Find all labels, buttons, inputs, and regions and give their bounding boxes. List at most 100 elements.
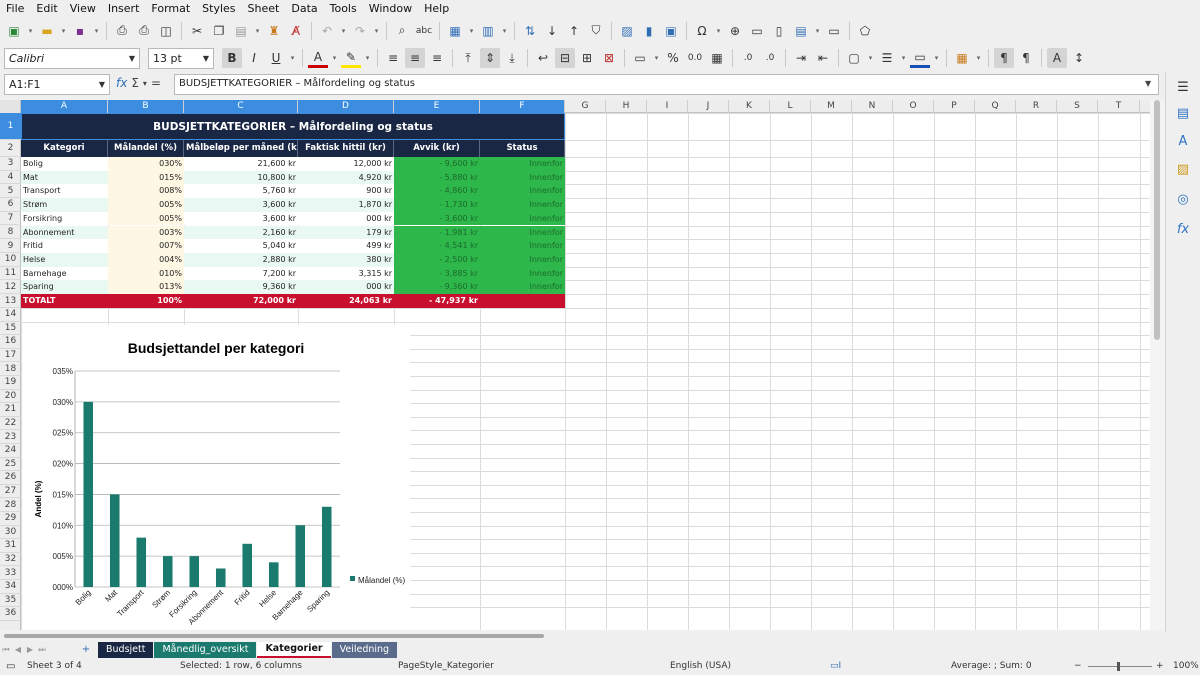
table-total-cell[interactable]: 100% (108, 294, 184, 308)
table-cell[interactable]: 499 kr (298, 239, 394, 253)
row-header-5[interactable]: 5 (0, 184, 21, 199)
table-cell[interactable]: Innenfor (480, 170, 565, 185)
column-header-o[interactable]: O (893, 100, 934, 113)
zoom-slider[interactable] (1088, 666, 1152, 667)
bar-barnehage[interactable] (295, 525, 306, 587)
table-cell[interactable]: 1,870 kr (298, 198, 394, 212)
sum-icon[interactable]: Σ (131, 76, 139, 90)
row-header-15[interactable]: 15 (0, 322, 21, 336)
row-header-32[interactable]: 32 (0, 553, 21, 567)
row-header-25[interactable]: 25 (0, 458, 21, 472)
sheet-tab-kategorier[interactable]: Kategorier (257, 641, 331, 658)
next-sheet-icon[interactable]: ▶ (24, 640, 36, 660)
pivot-table-icon[interactable]: ▣ (661, 21, 681, 41)
row-header-11[interactable]: 11 (0, 267, 21, 281)
row-header-21[interactable]: 21 (0, 403, 21, 417)
spreadsheet-grid[interactable]: ABCDEFGHIJKLMNOPQRST 1 2 3 4 5 6 7 8 9 10 11 12 13 14… (0, 100, 1150, 630)
special-character-icon[interactable]: Ω (692, 21, 712, 41)
table-total-cell[interactable]: TOTALT (21, 294, 108, 308)
table-cell[interactable]: 3,315 kr (298, 266, 394, 281)
styles-icon[interactable]: A (1174, 134, 1192, 152)
row-header-19[interactable]: 19 (0, 376, 21, 390)
table-cell[interactable]: - 1,981 kr (394, 225, 480, 240)
undo-dropdown-icon[interactable]: ▾ (339, 21, 348, 41)
table-cell[interactable]: 4,920 kr (298, 170, 394, 185)
prev-sheet-icon[interactable]: ◀ (12, 640, 24, 660)
italic-button[interactable]: I (244, 48, 264, 68)
row-header-27[interactable]: 27 (0, 485, 21, 499)
row-header-28[interactable]: 28 (0, 498, 21, 512)
table-cell[interactable]: 12,000 kr (298, 157, 394, 171)
table-cell[interactable]: 000 kr (298, 280, 394, 294)
table-cell[interactable]: 21,600 kr (184, 157, 298, 171)
define-print-area-icon[interactable]: ▤ (791, 21, 811, 41)
table-cell[interactable]: 2,160 kr (184, 225, 298, 240)
table-cell[interactable]: 004% (108, 252, 184, 267)
column-icon[interactable]: ▥ (478, 21, 498, 41)
row-header-22[interactable]: 22 (0, 417, 21, 431)
underline-button[interactable]: U (266, 48, 286, 68)
align-right-icon[interactable]: ≡ (427, 48, 447, 68)
row-header-1[interactable]: 1 (0, 113, 21, 140)
table-header-cell[interactable]: Kategori (21, 140, 108, 157)
menu-item-view[interactable]: View (70, 2, 96, 15)
row-header-4[interactable]: 4 (0, 171, 21, 185)
sheet-tab-budsjett[interactable]: Budsjett (98, 641, 154, 658)
currency-format-icon[interactable]: ▭ (630, 48, 650, 68)
sum-dropdown-icon[interactable]: ▾ (143, 79, 147, 88)
table-cell[interactable]: 005% (108, 211, 184, 226)
border-color-icon[interactable]: ▭ (910, 48, 930, 68)
table-cell[interactable]: 030% (108, 157, 184, 171)
table-title-cell[interactable]: BUDSJETTKATEGORIER – Målfordeling og sta… (21, 113, 565, 140)
horizontal-scrollbar[interactable] (0, 631, 1150, 641)
clear-formatting-icon[interactable]: A̸ (286, 21, 306, 41)
table-cell[interactable]: - 4,860 kr (394, 184, 480, 199)
text-horizontal-icon[interactable]: A (1047, 48, 1067, 68)
table-cell[interactable]: - 9,600 kr (394, 157, 480, 171)
table-cell[interactable]: Innenfor (480, 225, 565, 240)
bar-bolig[interactable] (83, 401, 94, 587)
formula-icon[interactable]: = (151, 76, 161, 90)
table-cell[interactable]: Transport (21, 184, 108, 199)
menu-item-sheet[interactable]: Sheet (248, 2, 280, 15)
row-header-36[interactable]: 36 (0, 607, 21, 621)
sheet-tab-månedlig_oversikt[interactable]: Månedlig_oversikt (154, 641, 257, 658)
sheet-tab-veiledning[interactable]: Veiledning (331, 641, 398, 658)
table-cell[interactable]: - 5,880 kr (394, 170, 480, 185)
menu-item-help[interactable]: Help (424, 2, 449, 15)
row-header-12[interactable]: 12 (0, 280, 21, 294)
table-cell[interactable]: Sparing (21, 280, 108, 294)
column-header-q[interactable]: Q (975, 100, 1016, 113)
underline-dropdown-icon[interactable]: ▾ (288, 48, 297, 68)
percent-format-button[interactable]: % (663, 48, 683, 68)
menu-item-insert[interactable]: Insert (108, 2, 140, 15)
sort-descending-icon[interactable]: ↑ (564, 21, 584, 41)
column-header-f[interactable]: F (480, 100, 565, 113)
table-total-cell[interactable]: 24,063 kr (298, 294, 394, 308)
row-header-9[interactable]: 9 (0, 239, 21, 253)
font-name-box[interactable]: Calibri ▼ (4, 47, 140, 69)
table-cell[interactable]: 9,360 kr (184, 280, 298, 294)
column-header-i[interactable]: I (647, 100, 688, 113)
text-direction-ltr-icon[interactable]: ¶ (994, 48, 1014, 68)
function-wizard-icon[interactable]: fx (116, 76, 127, 90)
redo-dropdown-icon[interactable]: ▾ (372, 21, 381, 41)
row-header-20[interactable]: 20 (0, 390, 21, 404)
row-header-6[interactable]: 6 (0, 198, 21, 212)
column-header-m[interactable]: M (811, 100, 852, 113)
align-bottom-icon[interactable]: ⤓ (502, 48, 522, 68)
table-cell[interactable]: Innenfor (480, 239, 565, 253)
bar-abonnement[interactable] (215, 568, 226, 587)
print-preview-icon[interactable]: ◫ (156, 21, 176, 41)
font-color-dropdown-icon[interactable]: ▾ (330, 48, 339, 68)
decrease-indent-icon[interactable]: ⇤ (813, 48, 833, 68)
menu-item-format[interactable]: Format (151, 2, 190, 15)
table-cell[interactable]: 005% (108, 198, 184, 212)
expand-formula-bar-icon[interactable]: ▼ (1145, 79, 1151, 88)
row-header-8[interactable]: 8 (0, 226, 21, 240)
print-area-dropdown-icon[interactable]: ▾ (813, 21, 822, 41)
freeze-rows-icon[interactable]: ▭ (824, 21, 844, 41)
row-header-18[interactable]: 18 (0, 362, 21, 376)
status-sum[interactable]: Average: ; Sum: 0 (951, 661, 1032, 671)
table-cell[interactable]: 900 kr (298, 184, 394, 199)
